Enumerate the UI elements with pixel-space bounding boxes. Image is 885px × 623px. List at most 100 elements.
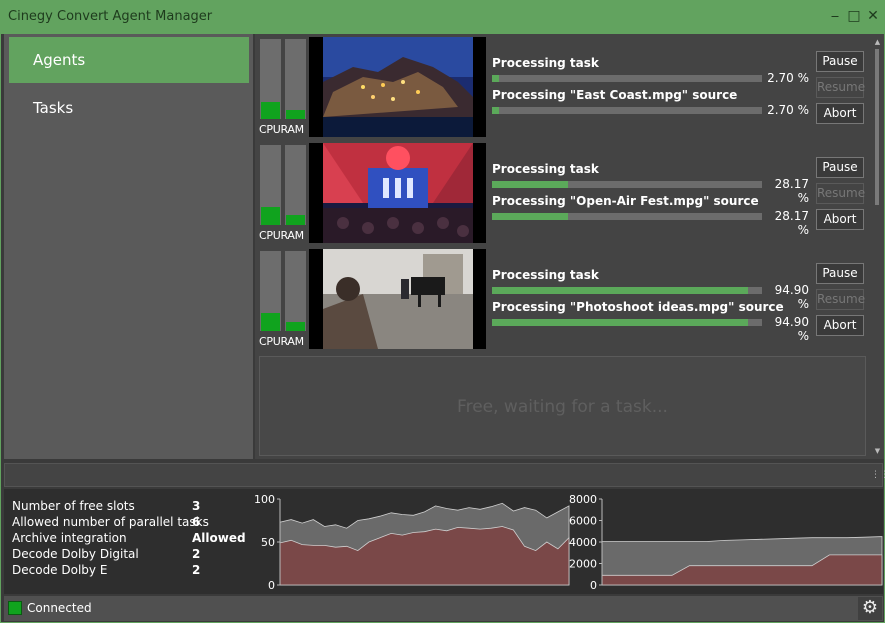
y-tick-label: 6000 — [569, 515, 597, 528]
task-progress-fill — [492, 287, 749, 294]
source-progress-bar — [492, 107, 762, 114]
cpu-label: CPU — [259, 123, 281, 136]
usage-chart: 100 50 0 — [254, 493, 570, 591]
y-tick-label: 2000 — [569, 558, 597, 571]
vertical-scrollbar[interactable]: ▲ ▼ — [871, 34, 884, 459]
source-status-label: Processing "Open-Air Fest.mpg" source — [492, 194, 759, 208]
cpu-meter — [260, 39, 281, 119]
agent-slot: CPURAM Processing task 94.90 % Processin… — [255, 246, 871, 349]
task-progress-fill — [492, 181, 569, 188]
stat-label: Number of free slots — [12, 499, 135, 513]
task-progress-fill — [492, 75, 500, 82]
y-tick-label: 4000 — [569, 536, 597, 549]
cpu-meter-fill — [261, 313, 280, 331]
meter-labels: CPURAM — [259, 229, 304, 242]
y-tick-label: 0 — [590, 579, 597, 591]
y-tick-label: 50 — [261, 536, 275, 549]
task-progress-percent: 28.17 % — [774, 177, 809, 205]
source-status-label: Processing "Photoshoot ideas.mpg" source — [492, 300, 784, 314]
abort-button[interactable]: Abort — [816, 209, 864, 230]
scroll-up-icon[interactable]: ▲ — [873, 38, 882, 46]
cpu-label: CPU — [259, 229, 281, 242]
status-bar: Connected ⚙ — [4, 596, 883, 621]
cpu-meter-fill — [261, 206, 280, 225]
stats-panel: Number of free slots 3 Allowed number of… — [4, 489, 883, 594]
grip-icon[interactable]: ⋮⋮ — [871, 470, 885, 480]
pause-button[interactable]: Pause — [816, 157, 864, 178]
agent-slot: CPURAM Processing task 2.70 % Processing… — [255, 34, 871, 137]
stat-label: Decode Dolby Digital — [12, 547, 139, 561]
video-thumbnail — [309, 249, 486, 349]
nav-item-tasks[interactable]: Tasks — [9, 85, 249, 131]
cpu-meter — [260, 251, 281, 331]
source-progress-percent: 28.17 % — [774, 209, 809, 237]
source-status-label: Processing "East Coast.mpg" source — [492, 88, 738, 102]
stat-value: 3 — [192, 499, 201, 513]
resume-button[interactable]: Resume — [816, 289, 865, 310]
task-status-label: Processing task — [492, 268, 599, 282]
scroll-thumb[interactable] — [875, 49, 879, 205]
window-title: Cinegy Convert Agent Manager — [8, 9, 213, 24]
source-progress-bar — [492, 319, 762, 326]
ram-meter — [285, 145, 306, 225]
task-status-label: Processing task — [492, 162, 599, 176]
source-progress-fill — [492, 213, 569, 220]
task-progress-bar — [492, 75, 762, 82]
maximize-icon[interactable]: □ — [846, 8, 862, 24]
free-slot-text: Free, waiting for a task... — [457, 397, 668, 417]
stat-label: Decode Dolby E — [12, 563, 108, 577]
cpu-label: CPU — [259, 335, 281, 348]
close-icon[interactable]: ✕ — [865, 8, 881, 24]
source-progress-percent: 94.90 % — [774, 315, 809, 343]
stat-value: 2 — [192, 563, 201, 577]
ram-meter — [285, 39, 306, 119]
task-progress-bar — [492, 181, 762, 188]
splitter-bar[interactable]: ⋮⋮ — [4, 463, 885, 487]
agent-slot: CPURAM Processing task 28.17 % Processin… — [255, 140, 871, 243]
stat-label: Archive integration — [12, 531, 127, 545]
cpu-meter — [260, 145, 281, 225]
y-tick-label: 8000 — [569, 493, 597, 506]
title-bar[interactable]: Cinegy Convert Agent Manager ⎯ □ ✕ — [1, 1, 884, 34]
task-progress-percent: 2.70 % — [767, 71, 809, 85]
pause-button[interactable]: Pause — [816, 51, 864, 72]
stat-value: Allowed — [192, 531, 246, 545]
stat-value: 2 — [192, 547, 201, 561]
ram-meter-fill — [286, 322, 305, 331]
connection-indicator — [8, 601, 22, 615]
ram-label: RAM — [280, 229, 304, 242]
nav-item-agents[interactable]: Agents — [9, 37, 249, 83]
ram-meter — [285, 251, 306, 331]
ram-label: RAM — [280, 123, 304, 136]
scroll-down-icon[interactable]: ▼ — [873, 447, 882, 455]
y-tick-label: 0 — [268, 579, 275, 591]
sidebar: Agents Tasks — [4, 34, 253, 459]
source-progress-percent: 2.70 % — [767, 103, 809, 117]
meter-labels: CPURAM — [259, 335, 304, 348]
gear-icon[interactable]: ⚙ — [858, 597, 882, 620]
pause-button[interactable]: Pause — [816, 263, 864, 284]
video-thumbnail — [309, 143, 486, 243]
app-window: Cinegy Convert Agent Manager ⎯ □ ✕ Agent… — [0, 0, 885, 623]
source-progress-bar — [492, 213, 762, 220]
resume-button[interactable]: Resume — [816, 77, 865, 98]
meter-labels: CPURAM — [259, 123, 304, 136]
y-tick-label: 100 — [254, 493, 275, 506]
resume-button[interactable]: Resume — [816, 183, 865, 204]
ram-meter-fill — [286, 215, 305, 225]
abort-button[interactable]: Abort — [816, 103, 864, 124]
minimize-icon[interactable]: ⎯ — [827, 8, 843, 24]
source-progress-fill — [492, 319, 749, 326]
ram-meter-fill — [286, 110, 305, 119]
memory-chart: 8000 6000 4000 2000 0 — [569, 493, 883, 591]
agents-panel: CPURAM Processing task 2.70 % Processing… — [255, 34, 871, 459]
stat-label: Allowed number of parallel tasks — [12, 515, 209, 529]
cpu-meter-fill — [261, 102, 280, 119]
source-progress-fill — [492, 107, 500, 114]
stat-value: 6 — [192, 515, 201, 529]
abort-button[interactable]: Abort — [816, 315, 864, 336]
free-slot: Free, waiting for a task... — [259, 356, 866, 456]
ram-label: RAM — [280, 335, 304, 348]
task-status-label: Processing task — [492, 56, 599, 70]
task-progress-bar — [492, 287, 762, 294]
